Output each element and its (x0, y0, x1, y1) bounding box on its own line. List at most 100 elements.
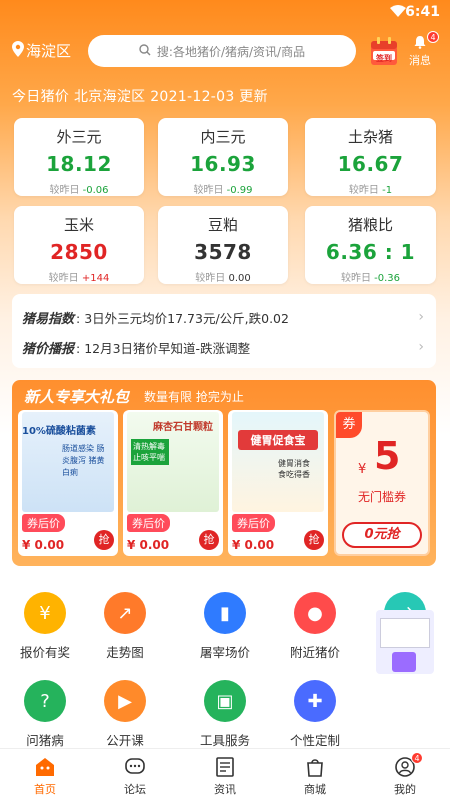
feature-9[interactable]: ✚ 个性定制 (275, 680, 355, 749)
feature-6[interactable]: ? 问猪病 (5, 680, 85, 749)
price-change: 较昨日 +144 (14, 269, 144, 284)
product-image-text: 10%硫酸粘菌素 (22, 426, 96, 437)
feature-7[interactable]: ▶ 公开课 (85, 680, 165, 749)
coupon-currency: ¥ (358, 462, 367, 477)
price-value: 16.93 (190, 152, 256, 176)
newcomer-promo: 新人专享大礼包 数量有限 抢完为止 10%硫酸粘菌素 肠道感染 肠炎腹泻 猪黄白… (12, 380, 436, 566)
signin-button[interactable]: 签到 (370, 36, 398, 66)
grab-button[interactable]: 抢 (199, 530, 219, 550)
coupon-price-tag: 券后价 (127, 514, 170, 532)
home-icon (33, 755, 57, 779)
feature-4[interactable]: ● 附近猪价 (275, 592, 355, 661)
promo-product-3[interactable]: 健胃促食宝 健胃消食 食吃得香 券后价 ¥ 0.00 抢 (228, 410, 328, 556)
feature-label: 走势图 (106, 645, 144, 660)
product-image: 10%硫酸粘菌素 肠道感染 肠炎腹泻 猪黄白痢 (22, 412, 114, 512)
news-item-index[interactable]: 猪易指数 : 3日外三元均价17.73元/公斤,跌0.02 › (22, 306, 426, 328)
price-card[interactable]: 土杂猪 16.67 较昨日 -1 (305, 118, 436, 196)
price-name: 猪粮比 (347, 216, 393, 234)
price-value: 18.12 (46, 152, 112, 176)
product-price: ¥ 0.00 (127, 538, 170, 552)
messages-label: 消息 (409, 54, 431, 67)
status-bar: 6:41 (0, 0, 450, 26)
news-text: : 3日外三元均价17.73元/公斤,跌0.02 (76, 310, 289, 326)
feature-label: 问猪病 (26, 733, 64, 748)
floating-ad[interactable] (376, 610, 434, 674)
tab-forum[interactable]: 论坛 (105, 755, 165, 797)
feature-1[interactable]: ¥ 报价有奖 (5, 592, 85, 661)
change-value: -1 (382, 185, 393, 196)
search-placeholder: 搜:各地猪价/猪病/资讯/商品 (156, 44, 306, 59)
price-value: 16.67 (337, 152, 404, 176)
promo-product-1[interactable]: 10%硫酸粘菌素 肠道感染 肠炎腹泻 猪黄白痢 券后价 ¥ 0.00 抢 (18, 410, 118, 556)
chevron-right-icon: › (418, 309, 424, 325)
price-value: 3578 (194, 240, 252, 264)
price-name: 玉米 (63, 216, 94, 234)
feature-label: 公开课 (106, 733, 144, 748)
feature-icon: ✚ (294, 680, 336, 722)
price-change: 较昨日 -0.36 (305, 269, 436, 284)
feature-glyph: ● (307, 602, 323, 624)
compare-label: 较昨日 (195, 273, 226, 284)
feature-2[interactable]: ↗ 走势图 (85, 592, 165, 661)
location-selector[interactable]: 海淀区 (12, 40, 71, 61)
today-price-title: 今日猪价 北京海淀区 2021-12-03 更新 (12, 89, 268, 105)
messages-badge: 4 (427, 31, 439, 43)
product-image-text: 麻杏石甘颗粒 (153, 422, 213, 433)
coupon-price-tag: 券后价 (232, 514, 275, 532)
price-name: 内三元 (200, 128, 246, 146)
feature-icon: ▣ (204, 680, 246, 722)
price-card[interactable]: 猪粮比 6.36 : 1 较昨日 -0.36 (305, 206, 436, 284)
feature-label: 报价有奖 (19, 645, 70, 660)
price-card[interactable]: 内三元 16.93 较昨日 -0.99 (158, 118, 288, 196)
compare-label: 较昨日 (340, 273, 371, 284)
price-change: 较昨日 -0.99 (158, 181, 288, 196)
news-tag: 猪易指数 (22, 311, 75, 327)
coupon-claim-button[interactable]: 0元抢 (342, 522, 422, 548)
tab-label: 资讯 (214, 783, 236, 796)
price-change: 较昨日 -0.06 (14, 181, 144, 196)
promo-product-2[interactable]: 麻杏石甘颗粒 清热解毒 止咳平喘 券后价 ¥ 0.00 抢 (123, 410, 223, 556)
price-card[interactable]: 豆粕 3578 较昨日 0.00 (158, 206, 288, 284)
feature-icon: ▶ (104, 680, 146, 722)
price-change: 较昨日 -1 (305, 181, 436, 196)
search-input[interactable]: 搜:各地猪价/猪病/资讯/商品 (88, 35, 356, 67)
location-label: 海淀区 (26, 42, 72, 60)
feature-glyph: ↗ (117, 602, 133, 624)
price-change: 较昨日 0.00 (158, 269, 288, 284)
feature-label: 个性定制 (289, 733, 340, 748)
price-card[interactable]: 外三元 18.12 较昨日 -0.06 (14, 118, 144, 196)
tab-news[interactable]: 资讯 (195, 755, 255, 797)
coupon-desc: 无门槛券 (357, 490, 406, 504)
grab-button[interactable]: 抢 (304, 530, 324, 550)
news-item-broadcast[interactable]: 猪价播报 : 12月3日猪价早知道-跌涨调整 › (22, 336, 426, 358)
feature-icon: ↗ (104, 592, 146, 634)
feature-icon: ● (294, 592, 336, 634)
tab-badge: 4 (411, 752, 423, 764)
product-price: ¥ 0.00 (232, 538, 275, 552)
product-price: ¥ 0.00 (22, 538, 65, 552)
promo-subtitle: 数量有限 抢完为止 (144, 390, 244, 404)
feature-glyph: ▣ (216, 690, 234, 712)
messages-button[interactable]: 消息 4 (405, 31, 439, 68)
feature-8[interactable]: ▣ 工具服务 (185, 680, 265, 749)
compare-label: 较昨日 (193, 185, 224, 196)
product-image-subtext: 健胃消食 食吃得香 (278, 459, 310, 479)
feature-3[interactable]: ▮ 屠宰场价 (185, 592, 265, 661)
feature-label: 屠宰场价 (199, 645, 250, 660)
price-value: 2850 (50, 240, 108, 264)
free-coupon[interactable]: 券 ¥ 5 无门槛券 0元抢 (334, 410, 430, 556)
feature-glyph: ▮ (220, 602, 230, 624)
forum-icon (123, 755, 147, 779)
wifi-icon (390, 5, 406, 22)
compare-label: 较昨日 (48, 273, 79, 284)
product-image: 麻杏石甘颗粒 清热解毒 止咳平喘 (127, 412, 219, 512)
coupon-price-tag: 券后价 (22, 514, 65, 532)
tab-home[interactable]: 首页 (15, 755, 75, 797)
tab-mall[interactable]: 商城 (285, 755, 345, 797)
price-card[interactable]: 玉米 2850 较昨日 +144 (14, 206, 144, 284)
tab-me[interactable]: 我的 4 (375, 752, 435, 797)
feature-icon: ? (24, 680, 66, 722)
grab-button[interactable]: 抢 (94, 530, 114, 550)
tab-label: 首页 (34, 783, 56, 796)
compare-label: 较昨日 (49, 185, 80, 196)
